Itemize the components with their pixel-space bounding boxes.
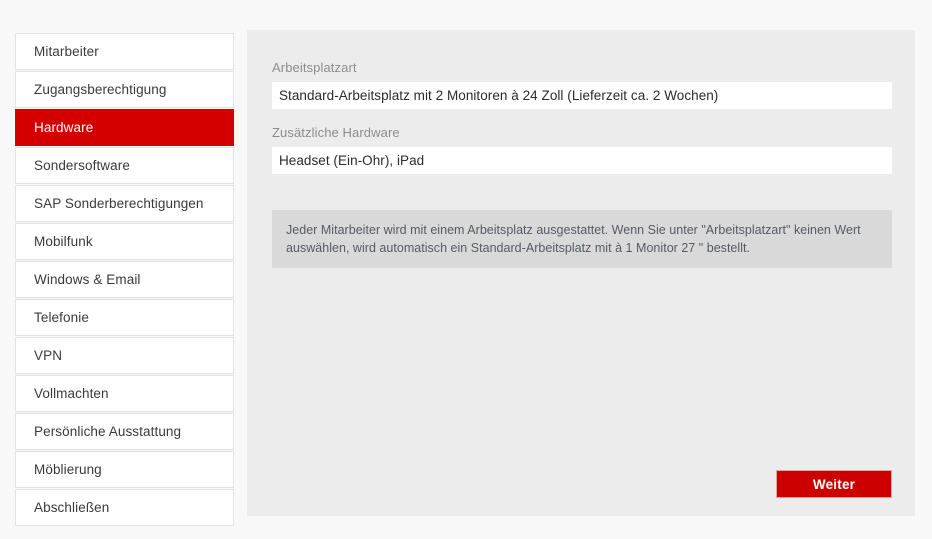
sidebar-item-sap-sonderberechtigungen[interactable]: SAP Sonderberechtigungen bbox=[15, 185, 234, 222]
sidebar-item-label: Sondersoftware bbox=[34, 158, 130, 173]
arbeitsplatzart-input[interactable] bbox=[272, 82, 892, 109]
sidebar-item-sondersoftware[interactable]: Sondersoftware bbox=[15, 147, 234, 184]
sidebar-item-label: Zugangsberechtigung bbox=[34, 82, 167, 97]
sidebar-item-vpn[interactable]: VPN bbox=[15, 337, 234, 374]
sidebar-item-label: Abschließen bbox=[34, 500, 110, 515]
sidebar-item-label: Mobilfunk bbox=[34, 234, 93, 249]
sidebar-item-windows-email[interactable]: Windows & Email bbox=[15, 261, 234, 298]
main-content-panel: Arbeitsplatzart Zusätzliche Hardware Jed… bbox=[247, 30, 915, 516]
sidebar-item-label: Hardware bbox=[34, 120, 94, 135]
info-box: Jeder Mitarbeiter wird mit einem Arbeits… bbox=[272, 210, 892, 268]
sidebar-item-label: Windows & Email bbox=[34, 272, 141, 287]
sidebar-item-label: Persönliche Ausstattung bbox=[34, 424, 182, 439]
field-arbeitsplatzart: Arbeitsplatzart bbox=[272, 60, 892, 109]
field-label-arbeitsplatzart: Arbeitsplatzart bbox=[272, 60, 357, 75]
sidebar-item-label: Vollmachten bbox=[34, 386, 109, 401]
sidebar-item-hardware[interactable]: Hardware bbox=[15, 109, 234, 146]
field-label-zusaetzliche-hardware: Zusätzliche Hardware bbox=[272, 125, 400, 140]
sidebar-item-label: SAP Sonderberechtigungen bbox=[34, 196, 204, 211]
field-zusaetzliche-hardware: Zusätzliche Hardware bbox=[272, 125, 892, 174]
sidebar-item-mobilfunk[interactable]: Mobilfunk bbox=[15, 223, 234, 260]
zusaetzliche-hardware-input[interactable] bbox=[272, 147, 892, 174]
info-box-text: Jeder Mitarbeiter wird mit einem Arbeits… bbox=[286, 222, 861, 255]
sidebar-item-label: Möblierung bbox=[34, 462, 102, 477]
sidebar-item-m-blierung[interactable]: Möblierung bbox=[15, 451, 234, 488]
next-button[interactable]: Weiter bbox=[776, 470, 892, 498]
sidebar-item-abschlie-en[interactable]: Abschließen bbox=[15, 489, 234, 526]
wizard-page: Mitarbeiter Zugangsberechtigung Hardware So… bbox=[0, 0, 932, 539]
wizard-step-sidebar: Mitarbeiter Zugangsberechtigung Hardware So… bbox=[15, 33, 234, 527]
sidebar-item-mitarbeiter[interactable]: Mitarbeiter bbox=[15, 33, 234, 70]
sidebar-item-pers-nliche-ausstattung[interactable]: Persönliche Ausstattung bbox=[15, 413, 234, 450]
sidebar-item-label: Telefonie bbox=[34, 310, 89, 325]
sidebar-item-vollmachten[interactable]: Vollmachten bbox=[15, 375, 234, 412]
sidebar-item-zugangsberechtigung[interactable]: Zugangsberechtigung bbox=[15, 71, 234, 108]
sidebar-item-label: VPN bbox=[34, 348, 63, 363]
sidebar-item-telefonie[interactable]: Telefonie bbox=[15, 299, 234, 336]
sidebar-item-label: Mitarbeiter bbox=[34, 44, 99, 59]
